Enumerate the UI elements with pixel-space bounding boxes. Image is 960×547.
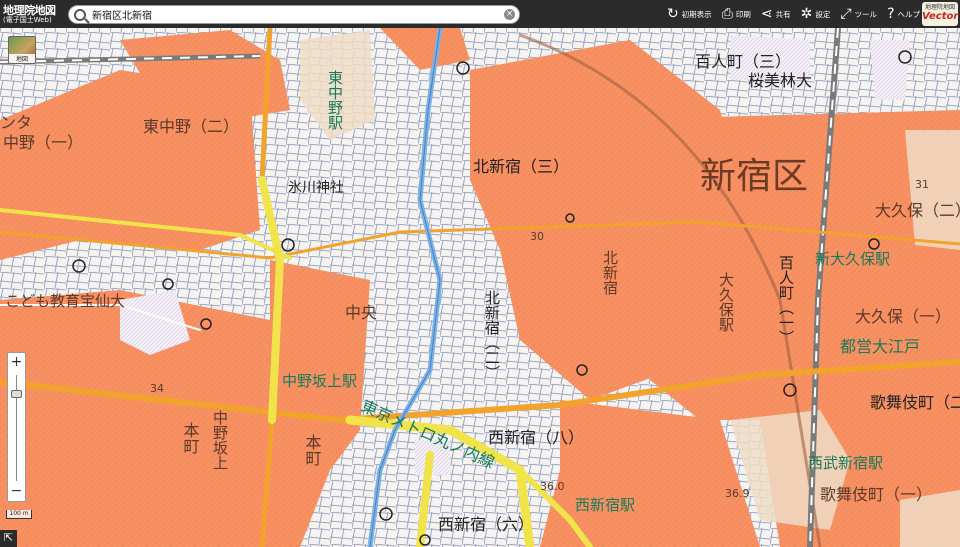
label-nishishinjuku-6: 西新宿（六） bbox=[438, 515, 534, 534]
label-sakuranbo: 桜美林大 bbox=[748, 71, 812, 90]
label-okubo-2: 大久保（二） bbox=[875, 201, 960, 220]
zoom-slider-handle[interactable] bbox=[11, 389, 22, 398]
share-icon: ⋖ bbox=[760, 6, 773, 22]
tools-button[interactable]: ⤢ ツール bbox=[840, 7, 877, 21]
label-nishishinjuku-st: 西新宿駅 bbox=[575, 496, 635, 514]
label-height-369: 36.9 bbox=[725, 487, 750, 500]
vector-line2: Vector bbox=[922, 11, 959, 22]
label-hyakunincho-v: 百人町（一） bbox=[777, 255, 795, 345]
clear-icon[interactable]: × bbox=[504, 9, 515, 20]
help-button[interactable]: ? ヘルプ bbox=[887, 7, 920, 21]
tools-label: ツール bbox=[854, 9, 878, 19]
settings-label: 設定 bbox=[815, 9, 831, 19]
print-icon: ⎙ bbox=[721, 6, 733, 22]
label-honmachi: 本町 bbox=[181, 422, 200, 454]
label-kitashinjuku-v: 北新宿 bbox=[601, 250, 619, 295]
reset-icon: ↻ bbox=[666, 6, 679, 22]
vector-button[interactable]: 地理院地図 Vector bbox=[922, 2, 958, 26]
label-height-31: 31 bbox=[915, 178, 929, 191]
label-hikawa: 氷川神社 bbox=[288, 180, 344, 196]
zoom-out-button[interactable]: − bbox=[8, 483, 25, 500]
zoom-in-button[interactable]: + bbox=[8, 354, 25, 371]
label-kodomo: こども教育宝仙大 bbox=[5, 292, 125, 310]
print-label: 印刷 bbox=[735, 9, 751, 19]
label-shinokubo-st: 新大久保駅 bbox=[815, 250, 890, 268]
label-kabukicho-1: 歌舞伎町（一） bbox=[820, 485, 932, 504]
reset-button[interactable]: ↻ 初期表示 bbox=[667, 7, 712, 21]
label-higashinakano-st: 東中野駅 bbox=[326, 70, 344, 130]
print-button[interactable]: ⎙ 印刷 bbox=[722, 7, 751, 21]
expand-icon[interactable]: ⇱ bbox=[0, 530, 17, 547]
label-height-36: 36.0 bbox=[540, 480, 565, 493]
label-height-34: 34 bbox=[150, 382, 164, 395]
share-label: 共有 bbox=[775, 9, 791, 19]
map-canvas[interactable]: 新宿区 東中野（二） 中野（一） ンタ 北新宿（三） 百人町（三） 桜美林大 大… bbox=[0, 0, 960, 547]
scale-bar: 100 m bbox=[6, 510, 32, 519]
logo-title: 地理院地図 bbox=[3, 3, 56, 17]
basemap-label: 地図 bbox=[9, 54, 35, 63]
label-honmachi-2: 本町 bbox=[303, 434, 322, 466]
search-icon[interactable] bbox=[74, 8, 86, 21]
label-okubo-1: 大久保（一） bbox=[855, 307, 951, 326]
gear-icon: ✲ bbox=[800, 6, 813, 22]
label-okubo-v: 大久保駅 bbox=[717, 272, 735, 332]
reset-label: 初期表示 bbox=[681, 9, 712, 19]
label-nishishinjuku-8: 西新宿（八） bbox=[488, 428, 584, 447]
label-toei: 都営大江戸 bbox=[840, 337, 920, 356]
search-box: × bbox=[68, 5, 520, 24]
label-nakanosakaue-st: 中野坂上駅 bbox=[282, 372, 357, 390]
logo-subtitle: (電子国土Web) bbox=[3, 15, 52, 24]
zoom-control: + − bbox=[7, 352, 26, 502]
label-nakanosakaue-v: 中野坂上 bbox=[211, 410, 229, 470]
share-button[interactable]: ⋖ 共有 bbox=[761, 7, 791, 21]
district-label: 新宿区 bbox=[700, 156, 808, 197]
help-label: ヘルプ bbox=[897, 9, 921, 19]
label-kitashinjuku2-v: 北新宿（二） bbox=[483, 290, 501, 380]
toolbar: ↻ 初期表示 ⎙ 印刷 ⋖ 共有 ✲ 設定 ⤢ ツール ? ヘルプ bbox=[657, 0, 920, 28]
label-height-30: 30 bbox=[530, 230, 544, 243]
app-logo[interactable]: 地理院地図 (電子国土Web) bbox=[0, 5, 64, 24]
label-chuo: 中央 bbox=[345, 303, 377, 322]
label-kabukicho-2: 歌舞伎町（二） bbox=[870, 393, 960, 412]
tools-icon: ⤢ bbox=[840, 6, 852, 22]
label-nakano-1: 中野（一） bbox=[3, 133, 83, 152]
settings-button[interactable]: ✲ 設定 bbox=[801, 7, 831, 21]
label-higashinakano-2: 東中野（二） bbox=[143, 117, 239, 136]
help-icon: ? bbox=[887, 6, 895, 22]
search-input[interactable] bbox=[92, 6, 502, 23]
label-hyakunincho-3: 百人町（三） bbox=[695, 52, 791, 71]
label-nta: ンタ bbox=[0, 113, 32, 132]
label-kitashinjuku-3: 北新宿（三） bbox=[473, 157, 569, 176]
top-bar: 地理院地図 (電子国土Web) × ↻初期表示 ⎙印刷 ⋖共有 ✲設定 ⤢ツール… bbox=[0, 0, 960, 28]
label-seibushinjuku-st: 西武新宿駅 bbox=[808, 454, 883, 472]
basemap-switch[interactable]: 地図 bbox=[8, 36, 36, 64]
